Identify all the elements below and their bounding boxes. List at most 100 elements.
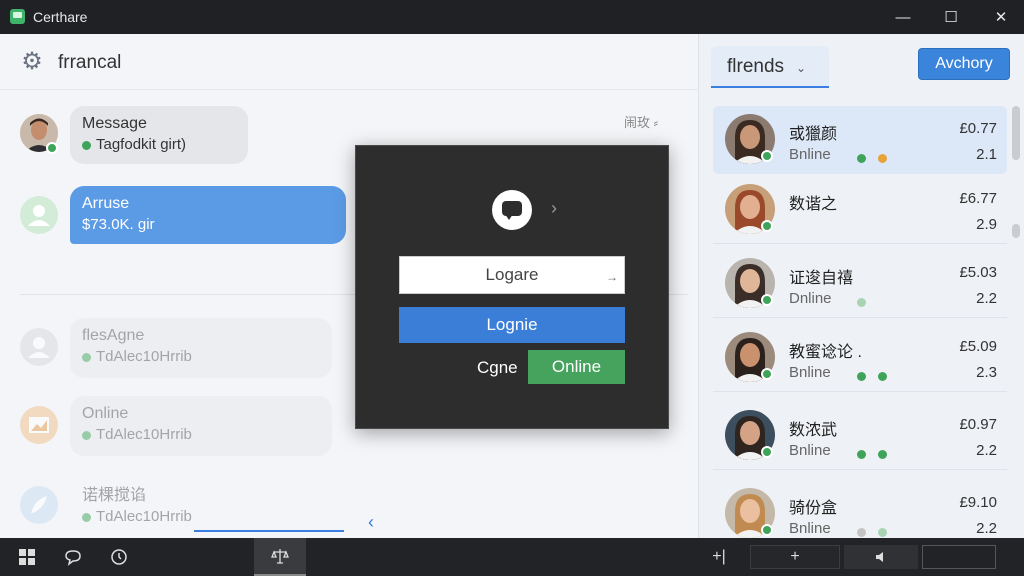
chat-header: ⚙ frrancal: [0, 34, 698, 90]
friend-status: Bnline: [789, 146, 831, 163]
friend-status: Bnline: [789, 442, 831, 459]
status-dots: [857, 150, 899, 168]
add-icon[interactable]: +|: [704, 538, 734, 576]
avatar-placeholder: [20, 196, 58, 234]
scroll-indicator: [194, 530, 344, 532]
chevron-down-icon: ⌄: [796, 61, 807, 75]
friend-rating: 2.1: [976, 146, 997, 163]
feather-icon: [20, 486, 58, 524]
gear-icon[interactable]: ⚙: [18, 48, 46, 76]
message-bubble[interactable]: 诺棵搅谄 TdAlec10Hrrib: [70, 478, 332, 536]
online-status-dot: [761, 368, 773, 380]
friend-name: 数谐之: [789, 196, 838, 213]
online-status-dot: [761, 294, 773, 306]
online-status-dot: [761, 220, 773, 232]
message-title: Arruse: [82, 195, 130, 212]
message-bubble-blue[interactable]: Arruse $73.0K. gir: [70, 186, 346, 244]
message-bubble[interactable]: Online TdAlec10Hrrib: [70, 396, 332, 456]
status-dots: [857, 368, 899, 386]
status-dot: [82, 140, 91, 150]
message-title: flesAgne: [82, 327, 145, 344]
window-title: Certhare: [33, 9, 88, 25]
friend-status: Bnline: [789, 520, 831, 537]
status-dots: [857, 294, 878, 312]
message-subtitle: TdAlec10Hrrib: [96, 508, 192, 525]
friend-rating: 2.3: [976, 364, 997, 381]
scales-icon[interactable]: [254, 538, 306, 576]
maximize-icon[interactable]: ☐: [928, 0, 974, 34]
online-button[interactable]: Online: [528, 350, 625, 384]
tab-friends[interactable]: flrends ⌄: [711, 46, 829, 88]
message-title: Message: [82, 115, 147, 132]
message-subtitle: $73.0K. gir: [82, 216, 155, 233]
friend-item[interactable]: 数浓武 Bnline £0.97 2.2: [713, 402, 1007, 470]
message-bubble[interactable]: Message Tagfodkit girt): [70, 106, 248, 164]
friend-price: £5.03: [959, 264, 997, 281]
chevron-left-icon[interactable]: ‹: [368, 512, 374, 533]
chevron-right-icon[interactable]: ›: [551, 198, 557, 219]
action-button[interactable]: Avchory: [918, 48, 1010, 80]
title-bar: Certhare — ☐ ✕: [0, 0, 1024, 34]
windows-start-icon[interactable]: [12, 538, 42, 576]
close-icon[interactable]: ✕: [978, 0, 1024, 34]
friend-rating: 2.2: [976, 442, 997, 459]
friend-item[interactable]: 或獵颜 Bnline £0.77 2.1: [713, 106, 1007, 174]
plus-icon: +: [790, 548, 800, 565]
dialog-label: Cgne: [477, 358, 518, 377]
status-dot: [857, 528, 866, 538]
chat-icon[interactable]: [58, 538, 88, 576]
friends-panel: flrends ⌄ Avchory 或獵颜 Bnline £0.77 2.1 数谐之 £6.…: [698, 34, 1024, 548]
friend-rating: 2.2: [976, 520, 997, 537]
app-icon: [10, 9, 25, 24]
status-dot: [857, 154, 866, 164]
friend-price: £6.77: [959, 190, 997, 207]
scrollbar-thumb-secondary[interactable]: [1012, 224, 1020, 238]
friend-name: 证逡自禧: [789, 270, 854, 287]
status-dots: [857, 446, 899, 464]
status-dot: [857, 450, 866, 460]
friend-name: 教蜜谂论 .: [789, 344, 862, 361]
status-dot: [82, 352, 91, 362]
scrollbar-thumb[interactable]: [1012, 106, 1020, 160]
friend-item[interactable]: 教蜜谂论 . Bnline £5.09 2.3: [713, 324, 1007, 392]
taskbar-tray-slot[interactable]: [922, 545, 996, 569]
online-status-dot: [46, 142, 58, 154]
friend-rating: 2.2: [976, 290, 997, 307]
friend-name: 或獵颜: [789, 126, 838, 143]
friend-status: Bnline: [789, 364, 831, 381]
online-status-dot: [761, 446, 773, 458]
status-dot: [878, 528, 887, 538]
speaker-icon[interactable]: [844, 545, 918, 569]
minimize-icon[interactable]: —: [880, 0, 926, 34]
clock-icon[interactable]: [104, 538, 134, 576]
login-dialog: › Logare → Lognie Cgne Online: [355, 145, 669, 429]
friend-item[interactable]: 证逡自禧 Dnline £5.03 2.2: [713, 250, 1007, 318]
online-status-dot: [761, 524, 773, 536]
friend-rating: 2.9: [976, 216, 997, 233]
message-subtitle: TdAlec10Hrrib: [96, 348, 192, 365]
message-subtitle: TdAlec10Hrrib: [96, 426, 192, 443]
friend-item[interactable]: 数谐之 £6.77 2.9: [713, 176, 1007, 244]
message-title: 诺棵搅谄: [82, 487, 147, 504]
message-subtitle: Tagfodkit girt): [96, 136, 187, 153]
tab-friends-label: flrends: [727, 56, 785, 77]
message-title: Online: [82, 405, 129, 422]
chat-title: frrancal: [58, 52, 122, 73]
login-button[interactable]: Lognie: [399, 307, 625, 343]
friend-price: £0.77: [959, 120, 997, 137]
message-bubble[interactable]: flesAgne TdAlec10Hrrib: [70, 318, 332, 378]
status-dot: [878, 372, 887, 382]
friend-price: £5.09: [959, 338, 997, 355]
status-dot: [82, 430, 91, 440]
chat-bubble-icon: [492, 190, 532, 230]
chat-header-extra: 闹玫 ⸗: [624, 115, 658, 130]
taskbar: +| +: [0, 538, 1024, 576]
login-input[interactable]: Logare →: [399, 256, 625, 294]
status-dot: [878, 450, 887, 460]
avatar-placeholder: [20, 328, 58, 366]
friend-price: £9.10: [959, 494, 997, 511]
friend-status: Dnline: [789, 290, 832, 307]
online-status-dot: [761, 150, 773, 162]
taskbar-add-slot[interactable]: +: [750, 545, 840, 569]
image-thumbnail-icon: [20, 406, 58, 444]
